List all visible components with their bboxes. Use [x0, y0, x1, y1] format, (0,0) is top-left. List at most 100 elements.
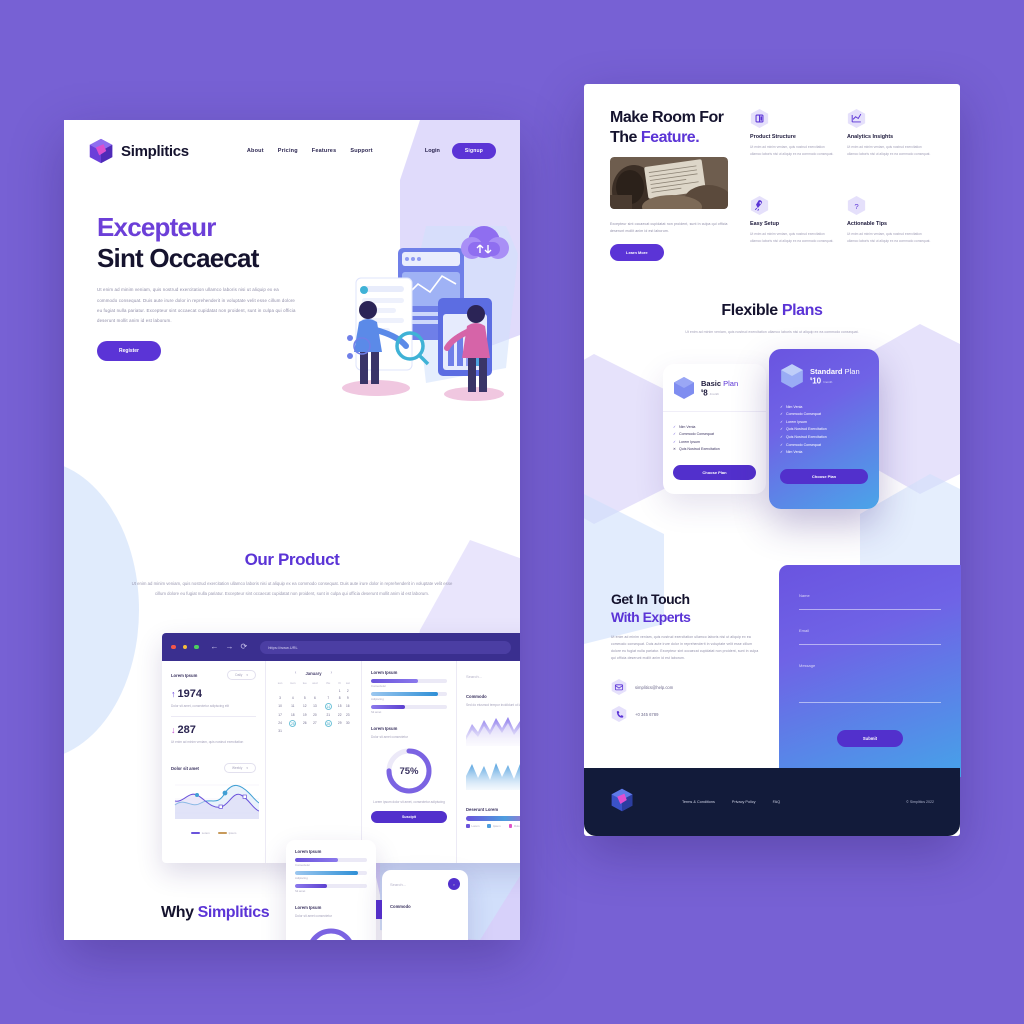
check-icon: ✓ [780, 450, 784, 455]
submit-button[interactable]: Submit [837, 730, 903, 747]
calendar-day[interactable]: 6 [309, 695, 321, 702]
calendar-day[interactable]: 19 [300, 711, 309, 718]
calendar-day[interactable]: 26 [300, 718, 309, 728]
calendar-day[interactable]: 21 [321, 711, 336, 718]
calendar-day[interactable]: 31 [275, 728, 285, 735]
search-icon[interactable]: ⌕ [448, 878, 460, 890]
choose-plan-basic-button[interactable]: Choose Plan [673, 465, 756, 481]
calendar-day[interactable]: 28 [321, 718, 336, 728]
calendar-day[interactable]: 14 [321, 702, 336, 712]
calendar-day[interactable]: 23 [344, 711, 352, 718]
window-close-dot[interactable] [171, 644, 176, 650]
dashboard-search-row[interactable]: Search... ⌕ [466, 670, 520, 682]
donut-value: 75% [399, 765, 419, 777]
footer-link-faq[interactable]: FAQ [773, 800, 781, 804]
mobile-search-row[interactable]: Search... ⌕ [390, 878, 460, 890]
calendar-day[interactable]: 4 [285, 695, 300, 702]
nav-item-pricing[interactable]: Pricing [278, 148, 298, 154]
feature-title-3: Actionable Tips [847, 220, 888, 227]
calendar-day[interactable]: 3 [275, 695, 285, 702]
dashboard-progress-panel: Lorem Ipsum Consectetur Adipiscing Sit a… [362, 661, 457, 863]
calendar-grid[interactable]: sun mon tue wed thu fri sat 1 2 3 4 5 6 7 8 9 10 1… [275, 681, 352, 735]
calendar-day[interactable]: 13 [309, 702, 321, 712]
calendar-day[interactable]: 29 [336, 718, 344, 728]
calendar-day[interactable]: 17 [275, 711, 285, 718]
calendar-day[interactable]: 2 [344, 688, 352, 695]
calendar-day[interactable]: 22 [336, 711, 344, 718]
legend-lorem: Lorem [466, 824, 479, 828]
contact-email-row[interactable]: simplitics@help.com [611, 678, 761, 696]
legend-dolor: Dolor [508, 824, 520, 828]
calendar-day[interactable]: 12 [300, 702, 309, 712]
stats-period-dropdown[interactable]: Daily ▾ [227, 670, 256, 680]
footer-link-terms[interactable]: Terms & Conditions [682, 800, 715, 804]
calendar-day[interactable]: 10 [275, 702, 285, 712]
dashboard-stats-panel: Lorem Ipsum Daily ▾ ↑ 1974 Dolor sit amet… [162, 661, 266, 863]
nav-item-features[interactable]: Features [312, 148, 337, 154]
legend-item-ipsum: Ipsum [217, 831, 236, 835]
name-field-input[interactable] [799, 609, 941, 610]
footer-logo-icon[interactable] [610, 787, 634, 818]
plan-card-standard[interactable]: Standard Plan $10/month ✓ Nim Venia ✓ Comm… [769, 349, 879, 509]
choose-plan-standard-button[interactable]: Choose Plan [780, 469, 868, 485]
hero-section: Excepteur Sint Occaecat Ut enim ad minim… [64, 182, 520, 482]
calendar-day[interactable]: 9 [344, 695, 352, 702]
contact-title-line1: Get In Touch [611, 591, 690, 607]
footer-link-privacy[interactable]: Privacy Policy [732, 800, 756, 804]
calendar-day-empty [309, 728, 321, 735]
message-field-input[interactable] [799, 702, 941, 703]
calendar-day[interactable]: 20 [309, 711, 321, 718]
mobile-bar-cap-2: Adipiscing [295, 876, 308, 881]
our-product-body: Ut enim ad minim veniam, quis nostrud ex… [131, 581, 453, 597]
footer-copyright: © Simplitics 2022 [906, 800, 934, 804]
calendar-day-empty [336, 728, 344, 735]
hero-title-line1: Excepteur [97, 212, 216, 242]
window-maximize-dot[interactable] [194, 644, 199, 650]
plan-feature-b2: ✓ Lorem Ipsum [673, 439, 700, 444]
plan-price-basic: $8/month [701, 387, 719, 398]
line-chart [174, 784, 260, 820]
calendar-week: 10 11 12 13 14 15 16 [275, 702, 352, 712]
forward-arrow-icon[interactable]: → [226, 643, 234, 651]
contact-phone-row[interactable]: +0 345 6789 [611, 705, 761, 723]
calendar-day[interactable]: 8 [336, 695, 344, 702]
calendar-day[interactable]: 7 [321, 695, 336, 702]
weekday-sun: sun [277, 681, 283, 685]
back-arrow-icon[interactable]: ← [211, 643, 219, 651]
contact-title-line2: With Experts [611, 609, 691, 626]
url-bar[interactable]: https://www.URL [260, 640, 511, 654]
line-chart-dropdown[interactable]: Weekly ▾ [223, 763, 256, 774]
chevron-right-icon[interactable]: › [331, 670, 333, 676]
reload-icon[interactable]: ⟳ [241, 643, 248, 651]
calendar-day[interactable]: 24 [275, 718, 285, 728]
calendar-day[interactable]: 27 [309, 718, 321, 728]
signup-button[interactable]: Signup [451, 143, 496, 159]
check-icon: ✓ [780, 404, 784, 409]
nav-item-about[interactable]: About [247, 148, 264, 154]
hero-title-line2: Sint Occaecat [97, 242, 259, 273]
plan-feature-s3: ✓ Quis Nostrud Exercitation [780, 427, 827, 432]
email-field-input[interactable] [799, 644, 941, 645]
stats-panel-label: Lorem Ipsum [171, 672, 198, 678]
calendar-day[interactable]: 15 [336, 702, 344, 712]
calendar-day[interactable]: 5 [300, 695, 309, 702]
calendar-day[interactable]: 18 [285, 711, 300, 718]
calendar-day[interactable]: 25 [285, 718, 300, 728]
plan-card-basic[interactable]: Basic Plan $8/month ✓ Nim Venia ✓ Commodo … [663, 364, 766, 494]
calendar-day[interactable]: 30 [344, 718, 352, 728]
feature-item-analytics-insights[interactable]: Analytics Insights Ut enim ad minim veni… [847, 108, 934, 175]
calendar-day[interactable]: 1 [336, 688, 344, 695]
hero-register-button[interactable]: Register [97, 340, 162, 361]
chevron-left-icon[interactable]: ‹ [295, 670, 297, 676]
feature-item-product-structure[interactable]: Product Structure Ut enim ad minim venia… [750, 108, 837, 175]
calendar-day[interactable]: 16 [344, 702, 352, 712]
feature-item-actionable-tips[interactable]: ? Actionable Tips Ut enim ad minim venia… [847, 195, 934, 262]
learn-more-button[interactable]: Learn More [610, 244, 664, 262]
login-link[interactable]: Login [425, 148, 440, 154]
calendar-day[interactable]: 11 [285, 702, 300, 712]
window-minimize-dot[interactable] [182, 644, 187, 650]
feature-item-easy-setup[interactable]: Easy Setup Ut enim ad minim veniam, quis… [750, 195, 837, 262]
suscipit-button[interactable]: Suscipit [371, 811, 447, 824]
brand-logo[interactable]: Simplitics [88, 137, 189, 165]
nav-item-support[interactable]: Support [350, 148, 372, 154]
